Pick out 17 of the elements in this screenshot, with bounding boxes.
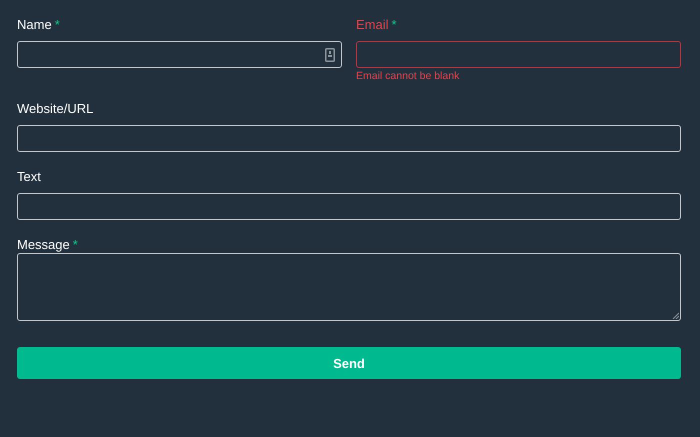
field-label: Message xyxy=(17,237,70,252)
required-mark: * xyxy=(72,237,78,252)
contact-card-icon[interactable] xyxy=(325,48,335,62)
resize-handle-icon[interactable] xyxy=(672,312,679,319)
input-field[interactable] xyxy=(17,125,681,152)
field-label: Text xyxy=(17,169,41,184)
send-button[interactable]: Send xyxy=(17,347,681,379)
required-mark: * xyxy=(54,17,60,32)
input-field[interactable] xyxy=(17,41,342,68)
error-message: Email cannot be blank xyxy=(356,70,460,82)
message-field[interactable] xyxy=(17,252,681,321)
input-field[interactable] xyxy=(356,41,681,68)
field-label: Email xyxy=(356,17,389,32)
field-label: Name xyxy=(17,17,52,32)
required-mark: * xyxy=(392,17,397,32)
input-field[interactable] xyxy=(17,193,681,220)
field-label: Website/URL xyxy=(17,101,94,116)
